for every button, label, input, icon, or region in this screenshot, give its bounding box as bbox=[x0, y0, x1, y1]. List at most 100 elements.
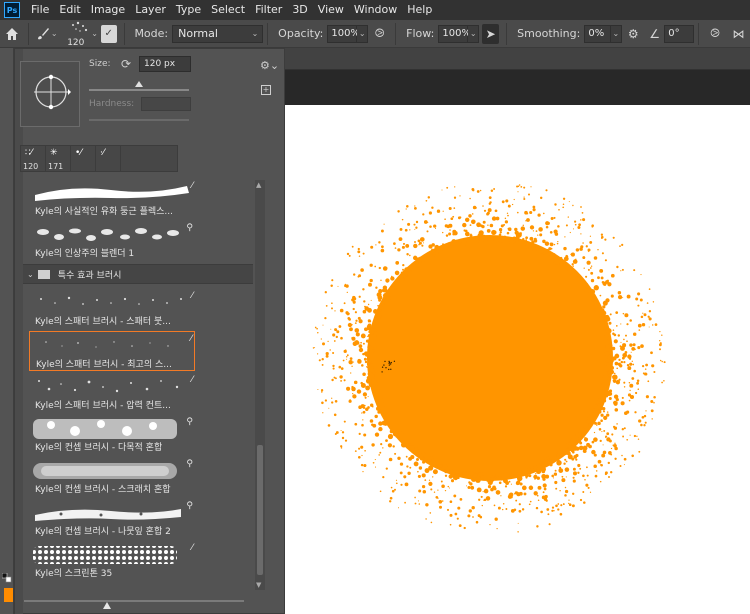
menu-layer[interactable]: Layer bbox=[130, 0, 171, 20]
panel-edge bbox=[15, 49, 23, 614]
chevron-down-icon: ⌄ bbox=[251, 29, 259, 38]
list-item[interactable]: Kyle의 컨셉 브러시 - 나뭇잎 혼합 2 ⚲ bbox=[29, 499, 195, 539]
photoshop-logo[interactable]: Ps bbox=[4, 2, 20, 18]
group-name: 특수 효과 브러시 bbox=[57, 270, 122, 281]
size-slider-thumb[interactable] bbox=[135, 81, 143, 87]
menu-filter[interactable]: Filter bbox=[250, 0, 287, 20]
scroll-up-icon[interactable]: ▲ bbox=[256, 181, 261, 189]
brush-stroke-preview bbox=[31, 501, 191, 523]
brush-name: Kyle의 스크린톤 35 bbox=[35, 569, 113, 579]
brush-group-special-effects[interactable]: ⌄ 특수 효과 브러시 bbox=[23, 264, 253, 284]
document-area bbox=[285, 48, 750, 614]
document-tab-bar bbox=[285, 48, 750, 70]
list-item[interactable]: Kyle의 인상주의 블렌더 1 ⚲ bbox=[29, 221, 195, 261]
angle-field[interactable]: 0° bbox=[664, 24, 695, 43]
photoshop-window: Ps File Edit Image Layer Type Select Fil… bbox=[0, 0, 750, 614]
scroll-down-icon[interactable]: ▼ bbox=[256, 581, 261, 589]
list-item[interactable]: Kyle의 스패터 브러시 - 스패터 붓... ⁄ bbox=[29, 289, 195, 329]
brush-type-icon: ⚲ bbox=[186, 223, 193, 233]
recent-brushes: ∷⁄ 120 ✳ 171 •⁄ ·⁄ bbox=[20, 145, 178, 172]
angle-icon: ∠ bbox=[649, 26, 660, 41]
menu-image[interactable]: Image bbox=[86, 0, 130, 20]
tools-panel bbox=[0, 48, 14, 614]
separator bbox=[506, 22, 508, 45]
menu-3d[interactable]: 3D bbox=[287, 0, 312, 20]
default-colors-icon[interactable] bbox=[2, 573, 12, 583]
symmetry-icon[interactable]: ⋈ bbox=[730, 24, 747, 44]
mode-label: Mode: bbox=[134, 27, 169, 40]
menu-help[interactable]: Help bbox=[402, 0, 437, 20]
recent-brush[interactable]: •⁄ bbox=[71, 146, 96, 171]
chevron-down-icon: ⌄ bbox=[50, 29, 58, 38]
mode-value: Normal bbox=[178, 27, 218, 40]
brush-preset-picker[interactable]: 120 bbox=[65, 20, 91, 48]
flow-dropdown[interactable]: ⌄ bbox=[468, 24, 479, 43]
opacity-dropdown[interactable]: ⌄ bbox=[357, 24, 368, 43]
list-item[interactable]: Kyle의 스패터 브러시 - 압력 컨트... ⁄ bbox=[29, 373, 195, 413]
brush-name: Kyle의 사실적인 유화 둥근 플렉스... bbox=[35, 207, 173, 217]
small-brush-icon: ·⁄ bbox=[100, 148, 105, 158]
recent-brush[interactable]: ∷⁄ 120 bbox=[21, 146, 46, 171]
hardness-slider bbox=[89, 119, 189, 121]
size-field[interactable]: 120 px bbox=[139, 56, 191, 72]
list-item[interactable]: Kyle의 사실적인 유화 둥근 플렉스... ⁄ bbox=[29, 179, 195, 219]
brush-stroke-preview bbox=[31, 459, 191, 481]
brush-stroke-preview bbox=[31, 181, 191, 203]
mode-select[interactable]: Normal ⌄ bbox=[172, 24, 264, 43]
soft-brush-icon: •⁄ bbox=[75, 148, 82, 158]
reset-size-icon[interactable]: ⟳ bbox=[121, 57, 131, 71]
preview-size-slider[interactable] bbox=[24, 600, 244, 602]
chevron-down-icon[interactable]: ⌄ bbox=[91, 29, 98, 38]
separator bbox=[123, 22, 125, 45]
preview-size-slider-thumb[interactable] bbox=[103, 602, 111, 609]
brush-stroke-preview bbox=[31, 543, 191, 565]
canvas[interactable] bbox=[285, 105, 750, 614]
home-icon[interactable] bbox=[0, 20, 24, 48]
airbrush-icon[interactable]: ➤ bbox=[481, 23, 500, 44]
brush-name: Kyle의 컨셉 브러시 - 스크래치 혼합 bbox=[35, 485, 171, 495]
menu-file[interactable]: File bbox=[26, 0, 54, 20]
smoothing-dropdown[interactable]: ⌄ bbox=[611, 24, 622, 43]
brush-name: Kyle의 스패터 브러시 - 스패터 붓... bbox=[35, 317, 171, 327]
recent-brush-size: 171 bbox=[48, 162, 64, 171]
brush-type-icon: ⁄ bbox=[191, 543, 193, 553]
menu-edit[interactable]: Edit bbox=[54, 0, 85, 20]
hardness-label: Hardness: bbox=[89, 99, 135, 109]
gear-icon[interactable]: ⚙⌄ bbox=[260, 59, 279, 72]
options-bar: ⌄ 120 ⌄ ✓ Mode: Normal ⌄ Opacity: 100% ⌄… bbox=[0, 20, 750, 48]
pressure-opacity-icon[interactable]: ⧁ bbox=[371, 24, 388, 44]
menu-type[interactable]: Type bbox=[171, 0, 206, 20]
menu-select[interactable]: Select bbox=[206, 0, 250, 20]
list-item[interactable]: Kyle의 컨셉 브러시 - 스크래치 혼합 ⚲ bbox=[29, 457, 195, 497]
brush-tool-icon[interactable]: ⌄ bbox=[33, 20, 59, 48]
foreground-color-swatch[interactable] bbox=[4, 588, 13, 602]
separator bbox=[267, 22, 269, 45]
size-label: Size: bbox=[89, 59, 111, 69]
brush-type-icon: ⁄ bbox=[191, 181, 193, 191]
brush-stroke-preview bbox=[31, 417, 191, 439]
size-slider[interactable] bbox=[89, 89, 189, 91]
recent-brush[interactable]: ✳ 171 bbox=[46, 146, 71, 171]
brush-type-icon: ⚲ bbox=[186, 417, 193, 427]
list-item-selected[interactable]: Kyle의 스패터 브러시 - 최고의 스... ⁄ bbox=[29, 331, 195, 371]
gear-icon[interactable]: ⚙ bbox=[625, 24, 642, 44]
flow-field[interactable]: 100% bbox=[438, 24, 471, 43]
chevron-down-icon: ⌄ bbox=[27, 269, 34, 279]
brush-tip-angle-preview[interactable] bbox=[20, 61, 80, 127]
scrollbar-thumb[interactable] bbox=[257, 445, 263, 575]
opacity-field[interactable]: 100% bbox=[327, 24, 360, 43]
new-preset-icon[interactable]: + bbox=[261, 85, 271, 95]
menu-view[interactable]: View bbox=[313, 0, 349, 20]
brush-type-icon: ⁄ bbox=[191, 375, 193, 385]
recent-brush-size: 120 bbox=[23, 162, 39, 171]
separator bbox=[28, 22, 30, 45]
list-item[interactable]: Kyle의 컨셉 브러시 - 다목적 혼합 ⚲ bbox=[29, 415, 195, 455]
menu-window[interactable]: Window bbox=[349, 0, 402, 20]
list-item[interactable]: Kyle의 스크린톤 35 ⁄ bbox=[29, 541, 195, 581]
brush-list-scrollbar[interactable]: ▲ ▼ bbox=[255, 180, 265, 590]
pressure-size-icon[interactable]: ⧁ bbox=[706, 24, 723, 44]
smoothing-label: Smoothing: bbox=[517, 27, 581, 40]
brush-settings-icon[interactable]: ✓ bbox=[100, 24, 117, 43]
smoothing-field[interactable]: 0% bbox=[584, 24, 612, 43]
recent-brush[interactable]: ·⁄ bbox=[96, 146, 121, 171]
